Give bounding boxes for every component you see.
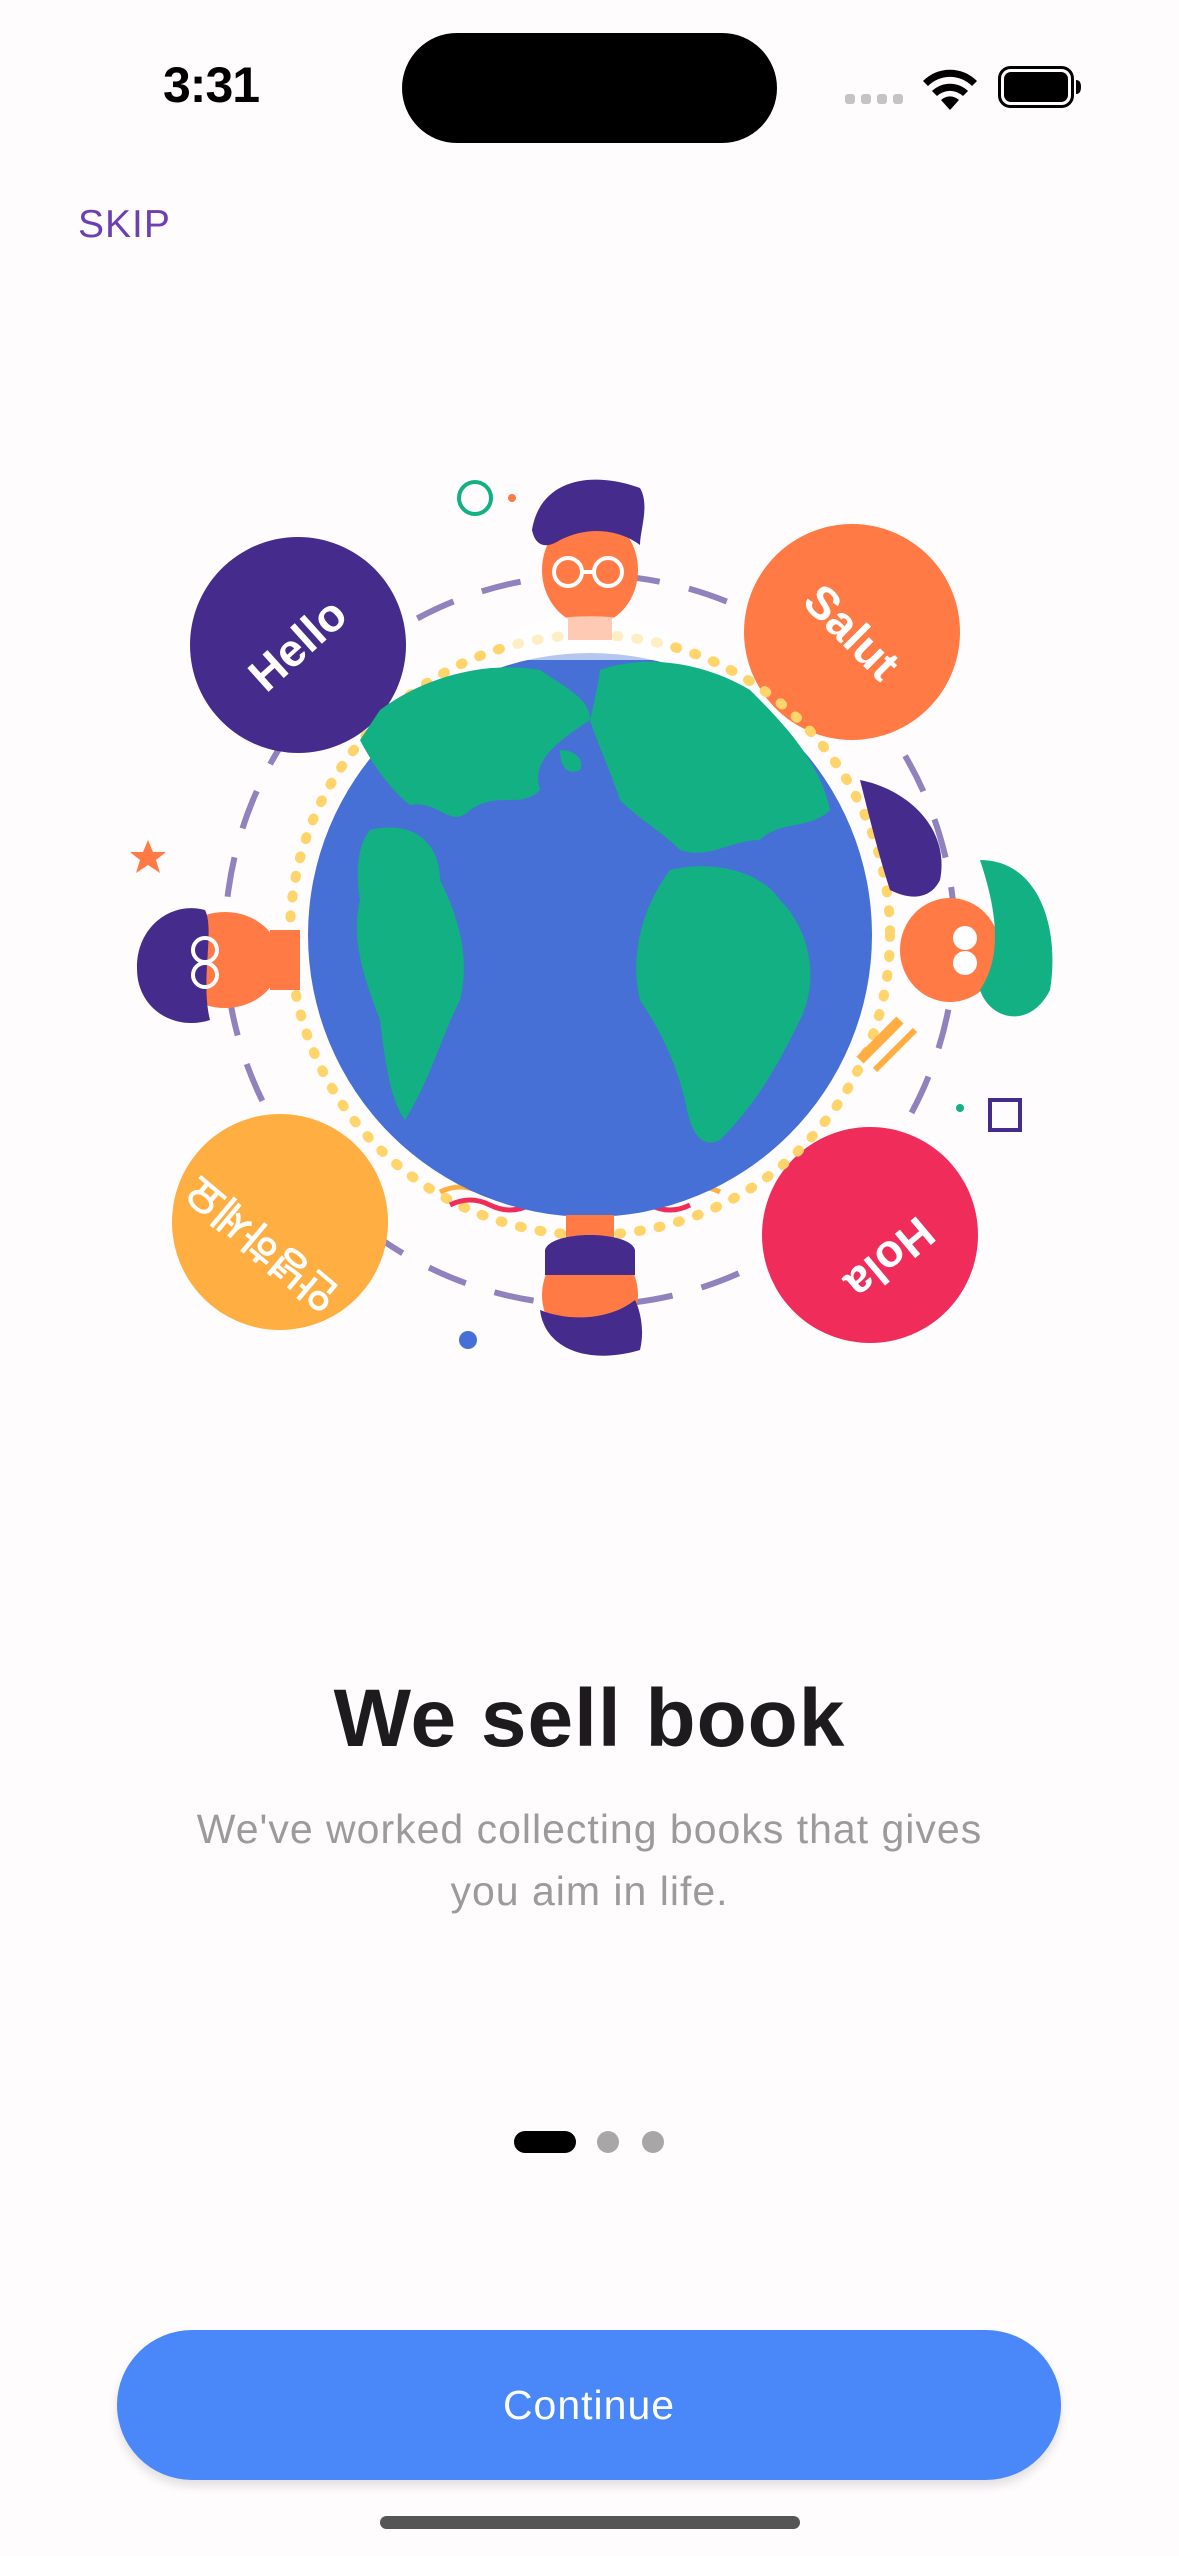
person-left-avatar xyxy=(136,908,300,1024)
page-dot[interactable] xyxy=(597,2131,619,2153)
page-dot-active[interactable] xyxy=(514,2131,576,2153)
dynamic-island xyxy=(402,33,777,143)
onboarding-subtitle: We've worked collecting books that gives… xyxy=(196,1806,983,1914)
person-right-avatar xyxy=(856,780,1053,1073)
clock: 3:31 xyxy=(163,57,260,113)
onboarding-title: We sell book xyxy=(333,1673,846,1764)
cellular-signal-icon xyxy=(845,94,903,104)
page-indicator xyxy=(0,2131,1179,2153)
globe xyxy=(308,653,872,1217)
globe-illustration: Hello Salut Hola 안녕하세요 xyxy=(130,479,1053,1356)
skip-button[interactable]: SKIP xyxy=(78,203,171,247)
home-indicator xyxy=(380,2516,800,2529)
wifi-icon xyxy=(923,69,977,110)
person-top-avatar xyxy=(510,479,670,660)
battery-icon xyxy=(998,66,1081,108)
continue-button[interactable]: Continue xyxy=(117,2330,1061,2480)
page-dot[interactable] xyxy=(642,2131,664,2153)
status-bar: 3:31 xyxy=(0,0,1179,150)
